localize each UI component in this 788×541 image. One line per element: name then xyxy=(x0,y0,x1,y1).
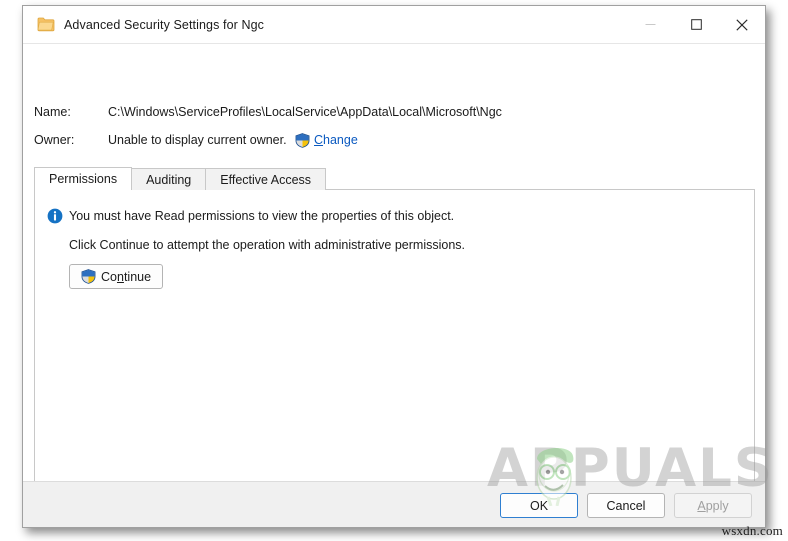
apply-button[interactable]: Apply xyxy=(674,493,752,518)
name-label: Name: xyxy=(34,105,71,119)
source-watermark-text: wsxdn.com xyxy=(721,523,783,538)
tab-effective-access[interactable]: Effective Access xyxy=(205,168,327,190)
continue-button-label-suffix: tinue xyxy=(123,269,152,284)
change-link-accel: C xyxy=(314,133,324,147)
dialog-footer: OK Cancel Apply xyxy=(23,481,765,527)
continue-button-accel: n xyxy=(116,269,124,284)
dialog-client-area: Name: C:\Windows\ServiceProfiles\LocalSe… xyxy=(23,44,765,527)
caption-button-group xyxy=(627,6,765,43)
uac-shield-icon xyxy=(81,269,96,284)
apply-button-label-suffix: pply xyxy=(705,498,729,513)
apply-button-accel: A xyxy=(697,498,706,513)
screenshot-root: Advanced Security Settings for Ngc Name:… xyxy=(0,0,788,541)
name-value: C:\Windows\ServiceProfiles\LocalService\… xyxy=(108,105,502,119)
minimize-icon xyxy=(645,24,655,25)
tab-strip: Permissions Auditing Effective Access xyxy=(34,167,755,191)
dialog-button-group: OK Cancel Apply xyxy=(500,493,752,518)
ok-button-label: OK xyxy=(529,498,549,513)
tab-permissions[interactable]: Permissions xyxy=(34,167,133,191)
folder-icon xyxy=(37,17,55,32)
tab-auditing[interactable]: Auditing xyxy=(131,168,207,190)
info-message-row: You must have Read permissions to view t… xyxy=(47,208,454,224)
information-icon xyxy=(47,208,63,224)
uac-shield-icon xyxy=(295,132,310,148)
window-title: Advanced Security Settings for Ngc xyxy=(64,17,265,32)
change-owner-link-wrap[interactable]: Change xyxy=(295,132,358,148)
continue-button[interactable]: Co n tinue xyxy=(69,264,164,289)
info-message-text: You must have Read permissions to view t… xyxy=(69,209,455,223)
title-bar: Advanced Security Settings for Ngc xyxy=(23,6,765,44)
owner-label: Owner: xyxy=(34,133,75,147)
change-owner-link[interactable]: Change xyxy=(314,133,358,147)
tab-effective-access-label: Effective Access xyxy=(220,172,312,187)
ok-button[interactable]: OK xyxy=(500,493,578,518)
owner-value: Unable to display current owner. xyxy=(108,133,287,147)
continue-hint-text: Click Continue to attempt the operation … xyxy=(69,238,466,252)
permissions-tab-panel: You must have Read permissions to view t… xyxy=(34,190,755,517)
tab-permissions-label: Permissions xyxy=(49,172,118,186)
maximize-button[interactable] xyxy=(673,6,719,43)
cancel-button[interactable]: Cancel xyxy=(587,493,665,518)
continue-button-label-prefix: Co xyxy=(101,269,117,284)
minimize-button[interactable] xyxy=(627,6,673,43)
tab-auditing-label: Auditing xyxy=(146,172,192,187)
close-button[interactable] xyxy=(719,6,765,43)
close-icon xyxy=(736,18,748,31)
maximize-icon xyxy=(690,19,702,30)
cancel-button-label: Cancel xyxy=(606,498,646,513)
advanced-security-settings-window: Advanced Security Settings for Ngc Name:… xyxy=(22,5,766,528)
change-link-rest: hange xyxy=(323,133,358,147)
